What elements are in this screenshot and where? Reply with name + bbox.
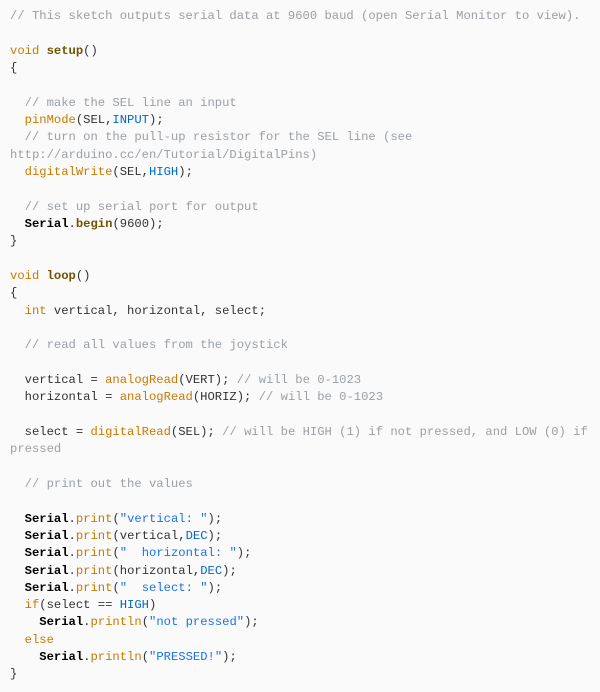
assign-horizontal: horizontal = (25, 390, 120, 404)
keyword-if: if (25, 598, 40, 612)
string-literal: " horizontal: " (120, 546, 237, 560)
string-literal: "PRESSED!" (149, 650, 222, 664)
paren-close: ); (222, 650, 237, 664)
type-int: int (25, 304, 47, 318)
fn-print: print (76, 581, 113, 595)
dot: . (69, 581, 76, 595)
assign-select: select = (25, 425, 91, 439)
paren-close: ); (244, 615, 259, 629)
comment: // make the SEL line an input (25, 96, 237, 110)
comment: // read all values from the joystick (25, 338, 288, 352)
args: (HORIZ); (193, 390, 259, 404)
fn-pinmode: pinMode (25, 113, 76, 127)
obj-serial: Serial (39, 650, 83, 664)
const-input: INPUT (112, 113, 149, 127)
paren-open: ( (142, 650, 149, 664)
paren-close: ); (222, 564, 237, 578)
fn-analogread: analogRead (105, 373, 178, 387)
args-close: ); (178, 165, 193, 179)
const-dec: DEC (200, 564, 222, 578)
obj-serial: Serial (25, 581, 69, 595)
args: (9600); (112, 217, 163, 231)
fn-print: print (76, 529, 113, 543)
string-literal: "vertical: " (120, 512, 208, 526)
keyword-void: void (10, 269, 39, 283)
dot: . (69, 564, 76, 578)
fn-setup: setup (47, 44, 84, 58)
fn-begin: begin (76, 217, 113, 231)
comment: // print out the values (25, 477, 193, 491)
comment-url: http://arduino.cc/en/Tutorial/DigitalPin… (10, 148, 317, 162)
obj-serial: Serial (25, 512, 69, 526)
args: (horizontal, (112, 564, 200, 578)
dot: . (83, 615, 90, 629)
obj-serial: Serial (39, 615, 83, 629)
const-high: HIGH (149, 165, 178, 179)
comment: // will be 0-1023 (237, 373, 361, 387)
keyword-else: else (25, 633, 54, 647)
const-high: HIGH (120, 598, 149, 612)
cond-close: ) (149, 598, 156, 612)
parens: () (83, 44, 98, 58)
const-dec: DEC (186, 529, 208, 543)
obj-serial: Serial (25, 564, 69, 578)
string-literal: " select: " (120, 581, 208, 595)
brace-close: } (10, 667, 17, 681)
dot: . (69, 512, 76, 526)
paren-open: ( (112, 512, 119, 526)
args: (vertical, (112, 529, 185, 543)
string-literal: "not pressed" (149, 615, 244, 629)
paren-open: ( (112, 546, 119, 560)
fn-println: println (90, 615, 141, 629)
dot: . (69, 546, 76, 560)
args-close: ); (149, 113, 164, 127)
keyword-void: void (10, 44, 39, 58)
fn-print: print (76, 564, 113, 578)
args: (SEL, (76, 113, 113, 127)
args: (VERT); (178, 373, 237, 387)
declarations: vertical, horizontal, select; (47, 304, 266, 318)
comment: // set up serial port for output (25, 200, 259, 214)
brace-open: { (10, 286, 17, 300)
fn-println: println (90, 650, 141, 664)
code-block: // This sketch outputs serial data at 96… (10, 8, 590, 684)
cond-open: (select == (39, 598, 119, 612)
obj-serial: Serial (25, 529, 69, 543)
assign-vertical: vertical = (25, 373, 105, 387)
paren-close: ); (208, 581, 223, 595)
fn-print: print (76, 546, 113, 560)
obj-serial: Serial (25, 546, 69, 560)
paren-close: ); (237, 546, 252, 560)
dot: . (69, 529, 76, 543)
paren-open: ( (142, 615, 149, 629)
paren-close: ); (208, 512, 223, 526)
fn-digitalread: digitalRead (90, 425, 170, 439)
fn-digitalwrite: digitalWrite (25, 165, 113, 179)
comment: // This sketch outputs serial data at 96… (10, 9, 580, 23)
brace-open: { (10, 61, 17, 75)
args: (SEL); (171, 425, 222, 439)
comment: // turn on the pull-up resistor for the … (25, 130, 420, 144)
dot: . (69, 217, 76, 231)
dot: . (83, 650, 90, 664)
comment: // will be 0-1023 (259, 390, 383, 404)
paren-close: ); (208, 529, 223, 543)
fn-analogread: analogRead (120, 390, 193, 404)
brace-close: } (10, 234, 17, 248)
args: (SEL, (112, 165, 149, 179)
fn-print: print (76, 512, 113, 526)
parens: () (76, 269, 91, 283)
fn-loop: loop (47, 269, 76, 283)
paren-open: ( (112, 581, 119, 595)
obj-serial: Serial (25, 217, 69, 231)
